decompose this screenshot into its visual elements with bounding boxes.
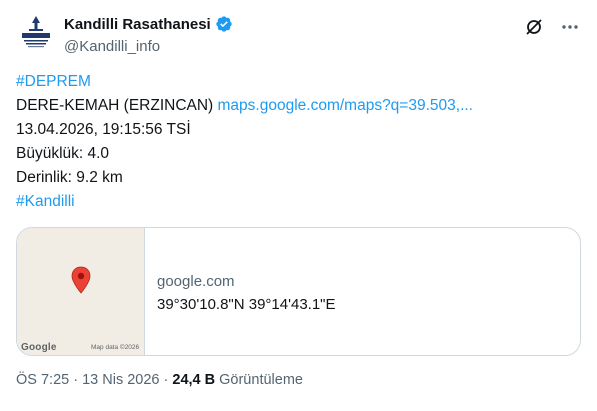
avatar[interactable] <box>16 12 56 52</box>
hashtag-kandilli[interactable]: #Kandilli <box>16 193 75 210</box>
magnitude-text: Büyüklük: 4.0 <box>16 145 110 162</box>
post-date[interactable]: 13 Nis 2026 <box>82 372 159 388</box>
display-name[interactable]: Kandilli Rasathanesi <box>64 16 211 33</box>
map-pin-icon <box>71 266 91 294</box>
maps-link[interactable]: maps.google.com/maps?q=39.503,... <box>218 97 473 114</box>
tweet-header: Kandilli Rasathanesi @Kandilli_info <box>16 12 581 62</box>
views-label: Görüntüleme <box>215 372 303 388</box>
map-data-attribution: Map data ©2026 <box>91 344 140 351</box>
grok-icon[interactable] <box>523 16 545 38</box>
card-domain: google.com <box>157 273 235 290</box>
datetime-text: 13.04.2026, 19:15:56 TSİ <box>16 121 191 138</box>
location-text: DERE-KEMAH (ERZINCAN) <box>16 97 214 114</box>
verified-badge-icon[interactable] <box>215 15 233 33</box>
depth-text: Derinlik: 9.2 km <box>16 169 123 186</box>
kandilli-logo-icon <box>16 12 56 52</box>
link-preview-card[interactable]: Google Map data ©2026 google.com 39°30'1… <box>16 227 581 356</box>
tweet-meta: ÖS 7:25 · 13 Nis 2026 · 24,4 B Görüntüle… <box>16 372 303 388</box>
map-thumbnail[interactable]: Google Map data ©2026 <box>17 228 145 355</box>
tweet-text: #DEPREM DERE-KEMAH (ERZINCAN) maps.googl… <box>16 70 581 214</box>
meta-separator: · <box>69 372 83 388</box>
hashtag-deprem[interactable]: #DEPREM <box>16 73 91 90</box>
post-time[interactable]: ÖS 7:25 <box>16 372 69 388</box>
google-logo: Google <box>21 342 57 353</box>
handle[interactable]: @Kandilli_info <box>64 38 233 58</box>
views-count: 24,4 B <box>172 372 216 388</box>
card-coordinates: 39°30'10.8"N 39°14'43.1"E <box>157 296 336 313</box>
more-icon[interactable] <box>559 16 581 38</box>
meta-separator: · <box>159 372 173 388</box>
